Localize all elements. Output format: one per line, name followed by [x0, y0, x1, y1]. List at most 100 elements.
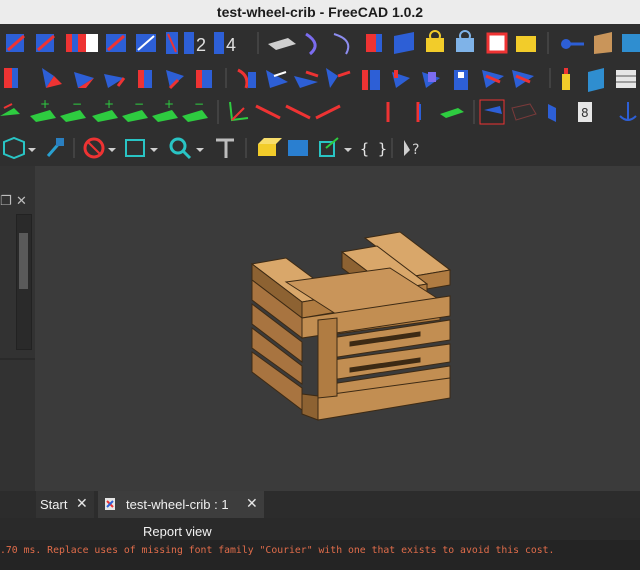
svg-text:−: − [194, 97, 204, 111]
anchor-icon[interactable] [619, 102, 637, 121]
measure-icon[interactable] [216, 138, 234, 158]
constraint-parallel-icon[interactable] [78, 34, 98, 52]
revolution-icon[interactable] [42, 68, 62, 88]
plane-remove-y-icon[interactable]: − [122, 97, 148, 122]
shape-binder-icon[interactable] [588, 68, 604, 92]
spreadsheet-icon[interactable] [616, 70, 636, 88]
report-view-log[interactable]: .70 ms. Replace uses of missing font fam… [0, 540, 640, 570]
toolbar-row-1: 2 4 [0, 24, 640, 63]
yellow-lock-icon[interactable] [426, 30, 444, 52]
scrollbar-thumb[interactable] [19, 233, 28, 289]
draft-icon[interactable] [294, 70, 319, 88]
panel-close-icon[interactable]: ✕ [16, 194, 27, 209]
tab-doc-close-icon[interactable]: ✕ [246, 491, 258, 518]
chamfer-icon[interactable] [266, 70, 288, 88]
plane-plus-icon[interactable] [0, 103, 20, 116]
panel-divider [0, 358, 35, 360]
solid-blue-icon[interactable] [394, 32, 414, 54]
arc-icon[interactable] [305, 32, 317, 56]
wedge-icon[interactable] [594, 32, 612, 54]
chevron-down-icon[interactable] [150, 148, 158, 152]
counter-icon[interactable]: 8 [578, 102, 592, 122]
blue-lock-icon[interactable] [456, 30, 474, 52]
curve-icon[interactable] [333, 33, 350, 55]
groove-icon[interactable] [166, 70, 184, 90]
folder-icon[interactable] [288, 140, 308, 156]
boolean-icon[interactable] [482, 70, 504, 88]
tab-test-wheel-crib[interactable]: test-wheel-crib : 1 ✕ [98, 491, 264, 518]
key-icon[interactable] [561, 39, 584, 49]
red-square-icon[interactable] [486, 32, 508, 54]
linear-pattern-icon[interactable] [392, 70, 410, 88]
tab-start[interactable]: Start ✕ [36, 491, 94, 518]
multitransform-icon[interactable] [454, 70, 468, 90]
wheel-crib-model[interactable] [35, 166, 640, 491]
chevron-down-icon[interactable] [108, 148, 116, 152]
link-icon[interactable] [319, 137, 339, 157]
part-icon[interactable] [258, 138, 282, 156]
plane-add-y-icon[interactable]: + [92, 97, 118, 122]
view-box-icon[interactable] [3, 136, 25, 160]
chevron-down-icon[interactable] [28, 148, 36, 152]
pocket-blue-icon[interactable] [548, 104, 556, 122]
tab-start-label: Start [40, 497, 68, 512]
constraint-equal-icon[interactable] [166, 32, 178, 54]
plane-green-icon[interactable] [440, 108, 464, 118]
line-red-icon[interactable] [255, 104, 281, 120]
panel-float-icon[interactable]: ❐ [0, 194, 12, 209]
toolbar-row-1-icons: 2 4 [6, 30, 640, 56]
yellow-box-icon[interactable] [516, 36, 536, 52]
std-views-icon[interactable] [125, 139, 145, 157]
pipe-icon[interactable] [104, 74, 126, 88]
line-vertical-blue-icon[interactable] [416, 102, 421, 122]
fillet-icon[interactable] [237, 68, 256, 89]
whats-this-label: ? [412, 142, 419, 158]
number-4-icon[interactable]: 4 [214, 32, 236, 55]
no-draw-style-icon[interactable] [83, 137, 105, 159]
solid-red-icon[interactable] [366, 34, 382, 52]
number-2-label: 2 [196, 35, 206, 55]
toolbar-row-4: { } ? [0, 130, 640, 167]
thickness-icon[interactable] [326, 68, 351, 88]
plane-minus-icon[interactable]: − [60, 97, 86, 122]
chevron-down-icon[interactable] [196, 148, 204, 152]
constraint-horizontal-icon[interactable] [36, 34, 55, 52]
line-red-3-icon[interactable] [315, 104, 341, 120]
subtractive-icon[interactable] [512, 70, 534, 88]
selected-sketch-icon[interactable] [479, 99, 505, 125]
constraint-tangent-icon[interactable] [136, 34, 156, 52]
helix-icon[interactable] [138, 70, 152, 88]
tab-start-close-icon[interactable]: ✕ [76, 491, 88, 518]
constraint-perpendicular-icon[interactable] [106, 34, 126, 52]
whats-this-icon[interactable] [404, 140, 410, 156]
panel-scrollbar[interactable] [16, 214, 32, 350]
constraint-icon[interactable] [6, 34, 25, 52]
plane-add-z-icon[interactable]: + [152, 97, 178, 122]
pad-icon[interactable] [4, 68, 18, 88]
svg-text:+: + [164, 97, 174, 111]
loft-icon[interactable] [74, 72, 94, 88]
disabled-sketch-icon [511, 103, 537, 121]
fit-selection-icon[interactable] [46, 138, 64, 157]
3d-viewport[interactable] [35, 166, 640, 491]
tab-doc-label: test-wheel-crib : 1 [126, 497, 229, 512]
svg-text:+: + [40, 97, 50, 111]
document-icon [105, 498, 115, 510]
zoom-icon[interactable] [169, 137, 192, 160]
plane-add-x-icon[interactable]: + [30, 97, 56, 122]
plane-icon[interactable] [268, 38, 296, 50]
bottle-icon[interactable] [562, 68, 570, 90]
macro-braces-icon[interactable]: { } [360, 140, 387, 158]
polar-pattern-icon[interactable] [422, 72, 440, 88]
toolbar-row-4-icons: { } ? [3, 136, 419, 160]
hole-icon[interactable] [196, 70, 212, 88]
line-red-2-icon[interactable] [285, 104, 311, 120]
number-2-icon[interactable]: 2 [184, 32, 206, 55]
chevron-down-icon[interactable] [344, 148, 352, 152]
datum-axis-icon[interactable] [229, 101, 249, 122]
pocket-icon[interactable] [622, 34, 640, 52]
plane-remove-z-icon[interactable]: − [182, 97, 208, 122]
toolbar-row-3: + − + − + − 8 [0, 94, 640, 131]
mirror-icon[interactable] [362, 70, 380, 90]
toolbar-row-3-icons: + − + − + − 8 [0, 97, 637, 125]
